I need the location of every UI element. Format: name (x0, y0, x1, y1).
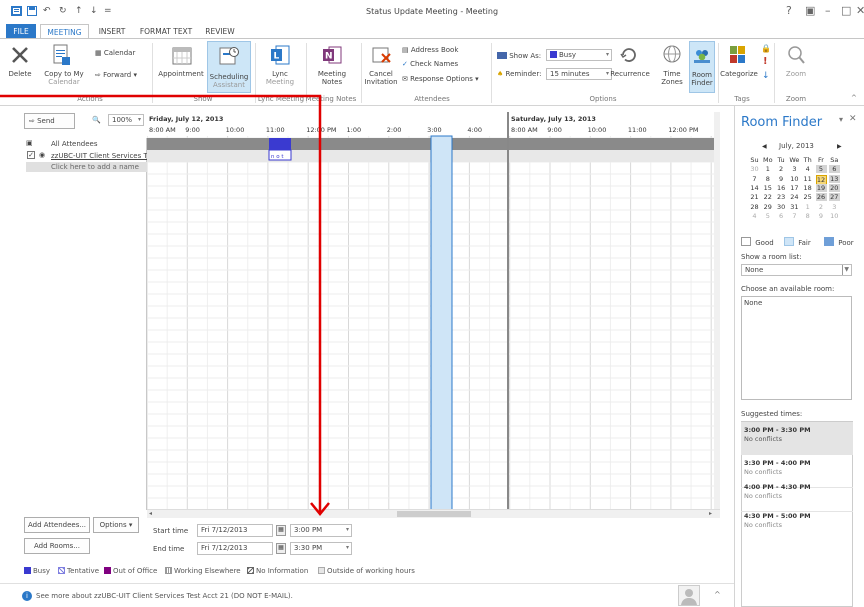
calendar-day[interactable]: 10 (789, 175, 800, 183)
calendar-day[interactable]: 1 (762, 165, 773, 173)
calendar-day[interactable]: 5 (762, 212, 773, 220)
suggestion-status: No conflicts (744, 435, 782, 443)
calendar-day[interactable]: 14 (749, 184, 760, 192)
calendar-day[interactable]: 21 (749, 193, 760, 201)
calendar-month: July, 2013 (779, 142, 814, 150)
calendar-day[interactable]: 8 (762, 175, 773, 183)
suggestion-time: 4:30 PM - 5:00 PM (744, 512, 811, 520)
calendar-day[interactable]: 27 (828, 193, 840, 202)
calendar-day[interactable]: 16 (776, 184, 787, 192)
good-label: Good (755, 239, 774, 247)
calendar-day[interactable]: 5 (815, 165, 827, 174)
available-room-list[interactable]: None (741, 296, 852, 400)
suggested-times-label: Suggested times: (741, 410, 803, 418)
available-room-label: Choose an available room: (741, 285, 835, 293)
calendar-day[interactable]: 30 (749, 165, 760, 173)
calendar-day[interactable]: 6 (776, 212, 787, 220)
calendar-weekday: Su (750, 156, 759, 164)
poor-swatch (824, 237, 834, 246)
next-month-icon[interactable]: ▶ (837, 143, 842, 150)
calendar-day[interactable]: 7 (749, 175, 760, 183)
legend-poor: Poor (824, 237, 854, 247)
calendar-day[interactable]: 6 (828, 165, 840, 174)
calendar-day[interactable]: 13 (828, 174, 840, 183)
suggestion-item[interactable]: 4:30 PM - 5:00 PM No conflicts (741, 508, 853, 541)
calendar-weekday: Sa (830, 156, 839, 164)
poor-label: Poor (838, 239, 854, 247)
calendar-weekday: Fr (818, 156, 824, 164)
calendar-day[interactable]: 26 (815, 193, 827, 202)
calendar-day[interactable]: 30 (776, 203, 787, 211)
fair-label: Fair (798, 239, 811, 247)
calendar-day[interactable]: 15 (762, 184, 773, 192)
calendar-weekday: Tu (777, 156, 785, 164)
suggestion-item[interactable]: 3:00 PM - 3:30 PM No conflicts (741, 422, 853, 455)
suggestion-status: No conflicts (744, 468, 782, 476)
calendar-day[interactable]: 9 (776, 175, 787, 183)
suggestion-time: 3:00 PM - 3:30 PM (744, 426, 811, 434)
room-finder-pane: Room Finder ▾ ✕ ◀ July, 2013 ▶ Su Mo Tu We T… (734, 106, 864, 607)
prev-month-icon[interactable]: ◀ (762, 143, 767, 150)
calendar-day[interactable]: 20 (828, 183, 840, 192)
calendar-day[interactable]: 9 (816, 212, 827, 220)
suggestion-time: 3:30 PM - 4:00 PM (744, 459, 811, 467)
fair-swatch (784, 237, 794, 246)
calendar-day[interactable]: 8 (802, 212, 813, 220)
close-pane-icon[interactable]: ✕ (849, 114, 857, 124)
chevron-down-icon: ▼ (842, 265, 849, 275)
suggestion-status: No conflicts (744, 492, 782, 500)
calendar-day[interactable]: 29 (762, 203, 773, 211)
calendar-day[interactable]: 31 (789, 203, 800, 211)
room-list-value: None (745, 266, 764, 274)
legend-good: Good (741, 237, 774, 247)
calendar-day[interactable]: 24 (789, 193, 800, 201)
room-list-label: Show a room list: (741, 253, 802, 261)
calendar-day[interactable]: 3 (829, 203, 840, 211)
calendar-day[interactable]: 3 (789, 165, 800, 173)
calendar-day[interactable]: 2 (776, 165, 787, 173)
calendar-day[interactable]: 7 (789, 212, 800, 220)
calendar-day[interactable]: 19 (815, 183, 827, 192)
calendar-day[interactable]: 4 (749, 212, 760, 220)
calendar-day[interactable]: 2 (816, 203, 827, 211)
pane-options-icon[interactable]: ▾ (839, 115, 843, 124)
suggestion-time: 4:00 PM - 4:30 PM (744, 483, 811, 491)
calendar-weekday: We (789, 156, 800, 164)
legend-fair: Fair (784, 237, 811, 247)
calendar-day[interactable]: 18 (802, 184, 813, 192)
good-swatch (741, 237, 751, 246)
suggestion-status: No conflicts (744, 521, 782, 529)
calendar-day[interactable]: 17 (789, 184, 800, 192)
calendar-day[interactable]: 23 (776, 193, 787, 201)
calendar-day[interactable]: 4 (802, 165, 813, 173)
available-room-item[interactable]: None (744, 299, 762, 307)
calendar-day[interactable]: 28 (749, 203, 760, 211)
calendar-day[interactable]: 22 (762, 193, 773, 201)
calendar-day[interactable]: 1 (802, 203, 813, 211)
calendar-day[interactable]: 11 (802, 175, 813, 183)
outlook-meeting-window: ↶ ↻ ↑ ↓ = Status Update Meeting - Meetin… (0, 0, 864, 607)
room-list-dropdown[interactable]: None ▼ (741, 264, 852, 276)
calendar-weekday: Th (803, 156, 812, 164)
calendar-day[interactable]: 10 (829, 212, 840, 220)
calendar-day[interactable]: 25 (802, 193, 813, 201)
calendar-weekday: Mo (763, 156, 773, 164)
room-finder-title: Room Finder (741, 115, 823, 130)
